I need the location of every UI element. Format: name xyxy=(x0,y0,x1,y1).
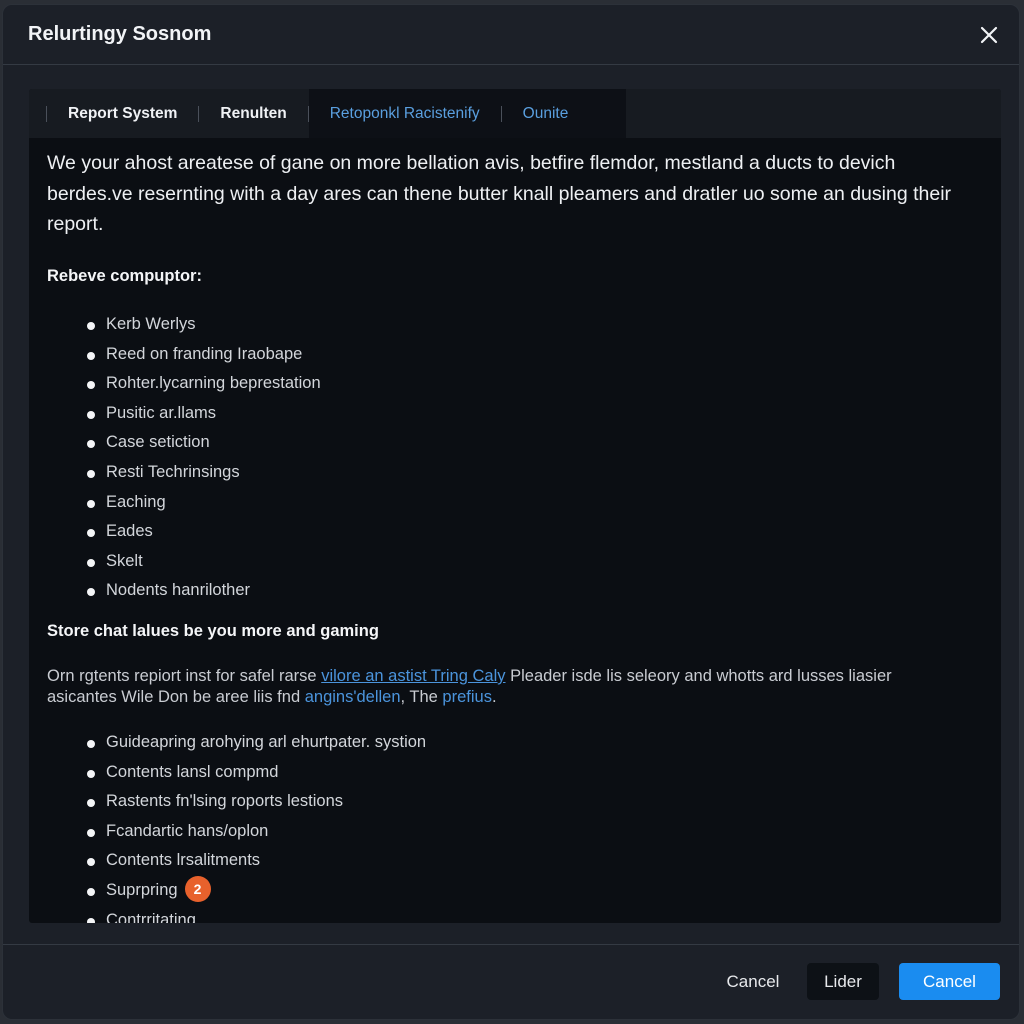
section-title: Store chat lalues be you more and gaming xyxy=(47,622,379,640)
dialog-header: Relurtingy Sosnom xyxy=(3,5,1019,65)
list-item: Eaching xyxy=(87,488,321,518)
tab-bar: Report System Renulten Retoponkl Raciste… xyxy=(29,89,1001,138)
tab-retoponkl-racistenify[interactable]: Retoponkl Racistenify xyxy=(309,89,501,138)
list-item: Reed on franding Iraobape xyxy=(87,340,321,370)
report-dialog: Relurtingy Sosnom Report System Renulten… xyxy=(2,4,1020,1020)
tab-renulten[interactable]: Renulten xyxy=(199,89,307,138)
lider-button[interactable]: Lider xyxy=(807,963,879,1000)
list-item-label: Contents lansl compmd xyxy=(106,762,279,781)
section1-list: Kerb Werlys Reed on franding Iraobape Ro… xyxy=(87,310,321,606)
list-item: Kerb Werlys xyxy=(87,310,321,340)
list-item: Pusitic ar.llams xyxy=(87,399,321,429)
close-icon xyxy=(980,26,998,44)
section2-list: Guideapring arohying arl ehurtpater. sys… xyxy=(87,728,426,923)
primary-cancel-button[interactable]: Cancel xyxy=(899,963,1000,1000)
list-item: Case setiction xyxy=(87,428,321,458)
inline-link[interactable]: angins'dellen xyxy=(305,688,401,706)
count-badge: 2 xyxy=(184,875,211,902)
dialog-title: Relurtingy Sosnom xyxy=(28,23,212,45)
content-body: We your ahost areatese of gane on more b… xyxy=(47,148,981,923)
intro-paragraph: We your ahost areatese of gane on more b… xyxy=(47,152,952,235)
list-item-label: Fcandartic hans/oplon xyxy=(106,821,269,840)
list-item: Rohter.lycarning beprestation xyxy=(87,369,321,399)
paragraph-text: , The xyxy=(400,688,443,706)
list-item-label: Rastents fn'lsing roports lestions xyxy=(106,792,344,811)
list-item-label: Suprpring xyxy=(106,880,178,899)
list-item: Fcandartic hans/oplon xyxy=(87,817,426,847)
tab-ounite[interactable]: Ounite xyxy=(502,89,590,138)
list-item: Contrritating xyxy=(87,906,426,923)
list-item: Skelt xyxy=(87,547,321,577)
inline-link[interactable]: vilore an astist Tring Caly xyxy=(321,667,505,685)
list-item-label: Contents lrsalitments xyxy=(106,851,261,870)
list-item: Resti Techrinsings xyxy=(87,458,321,488)
list-item: Nodents hanrilother xyxy=(87,576,321,606)
list-item: Guideapring arohying arl ehurtpater. sys… xyxy=(87,728,426,758)
list-item: Rastents fn'lsing roports lestions xyxy=(87,787,426,817)
list-item-label: Contrritating xyxy=(106,910,196,923)
section2-paragraph: Orn rgtents repiort inst for safel rarse… xyxy=(47,666,947,708)
active-tab-group: Retoponkl Racistenify Ounite xyxy=(308,89,627,138)
inline-link[interactable]: prefius xyxy=(442,688,492,706)
dialog-footer: Cancel Lider Cancel xyxy=(3,944,1019,1019)
paragraph-text: Orn rgtents repiort inst for safel rarse xyxy=(47,667,322,685)
list-item-label: Guideapring arohying arl ehurtpater. sys… xyxy=(106,733,427,751)
list-item: Eades xyxy=(87,517,321,547)
list-item: Contents lrsalitments xyxy=(87,846,426,876)
tab-report-system[interactable]: Report System xyxy=(47,89,198,138)
list-item: Suprpring 2 xyxy=(87,875,426,906)
paragraph-text: . xyxy=(491,688,497,706)
content-panel: Report System Renulten Retoponkl Raciste… xyxy=(29,89,1001,923)
cancel-text-button[interactable]: Cancel xyxy=(708,963,798,1000)
close-button[interactable] xyxy=(977,23,1001,47)
list-item: Contents lansl compmd xyxy=(87,758,426,788)
section-title: Rebeve compuptor: xyxy=(47,267,202,285)
